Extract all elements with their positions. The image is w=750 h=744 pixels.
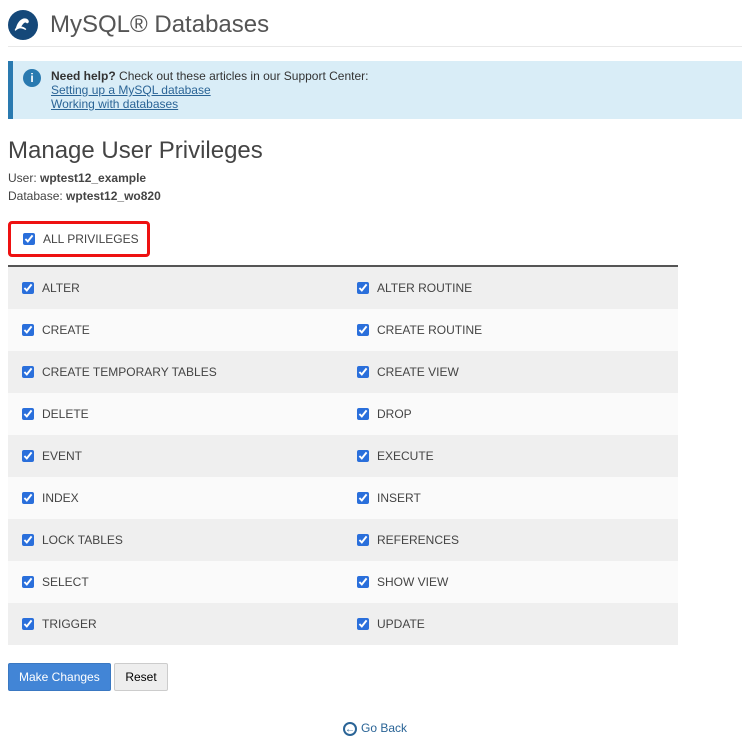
privilege-cell[interactable]: DROP: [343, 393, 678, 435]
info-icon: i: [23, 69, 41, 87]
privilege-label: TRIGGER: [42, 617, 97, 631]
privilege-checkbox[interactable]: [22, 576, 34, 588]
database-value: wptest12_wo820: [66, 189, 161, 203]
privilege-label: DELETE: [42, 407, 89, 421]
privilege-checkbox[interactable]: [357, 324, 369, 336]
privilege-label: ALTER: [42, 281, 80, 295]
privilege-checkbox[interactable]: [22, 450, 34, 462]
mysql-icon: [8, 10, 38, 40]
privilege-cell[interactable]: DELETE: [8, 393, 343, 435]
privilege-row: INDEX INSERT: [8, 477, 678, 519]
all-privileges-highlight: ALL PRIVILEGES: [8, 221, 150, 257]
privilege-cell[interactable]: SHOW VIEW: [343, 561, 678, 603]
privilege-cell[interactable]: TRIGGER: [8, 603, 343, 645]
privileges-table: ALTERALTER ROUTINECREATECREATE ROUTINECR…: [8, 265, 678, 645]
privilege-label: CREATE ROUTINE: [377, 323, 482, 337]
database-label: Database:: [8, 189, 66, 203]
all-privileges-checkbox[interactable]: [23, 233, 35, 245]
privilege-cell[interactable]: EXECUTE: [343, 435, 678, 477]
privilege-row: TRIGGER UPDATE: [8, 603, 678, 645]
help-link-working[interactable]: Working with databases: [51, 97, 178, 111]
privilege-row: EVENT EXECUTE: [8, 435, 678, 477]
privilege-label: EXECUTE: [377, 449, 434, 463]
notice-body: Need help? Check out these articles in o…: [51, 69, 368, 111]
privilege-checkbox[interactable]: [357, 534, 369, 546]
privilege-label: CREATE: [42, 323, 90, 337]
notice-lead: Need help?: [51, 69, 116, 83]
privilege-cell[interactable]: ALTER: [8, 267, 343, 309]
privilege-checkbox[interactable]: [22, 282, 34, 294]
privilege-row: ALTER ALTER ROUTINE: [8, 267, 678, 309]
privilege-cell[interactable]: UPDATE: [343, 603, 678, 645]
privilege-label: CREATE VIEW: [377, 365, 459, 379]
page-header: MySQL® Databases: [8, 8, 742, 47]
privilege-checkbox[interactable]: [22, 324, 34, 336]
privilege-cell[interactable]: CREATE ROUTINE: [343, 309, 678, 351]
page-title: MySQL® Databases: [50, 11, 269, 39]
go-back-label: Go Back: [361, 721, 407, 735]
user-line: User: wptest12_example: [8, 171, 742, 185]
privilege-label: ALTER ROUTINE: [377, 281, 472, 295]
privilege-checkbox[interactable]: [357, 282, 369, 294]
privilege-checkbox[interactable]: [22, 408, 34, 420]
privilege-cell[interactable]: LOCK TABLES: [8, 519, 343, 561]
privilege-checkbox[interactable]: [357, 618, 369, 630]
privilege-label: INSERT: [377, 491, 421, 505]
privilege-cell[interactable]: CREATE: [8, 309, 343, 351]
privilege-row: LOCK TABLES REFERENCES: [8, 519, 678, 561]
form-actions: Make Changes Reset: [8, 663, 742, 691]
reset-button[interactable]: Reset: [114, 663, 167, 691]
database-line: Database: wptest12_wo820: [8, 189, 742, 203]
help-notice: i Need help? Check out these articles in…: [8, 61, 742, 119]
privilege-label: UPDATE: [377, 617, 425, 631]
privilege-row: SELECT SHOW VIEW: [8, 561, 678, 603]
privilege-cell[interactable]: CREATE TEMPORARY TABLES: [8, 351, 343, 393]
user-label: User:: [8, 171, 40, 185]
privilege-row: DELETE DROP: [8, 393, 678, 435]
privilege-row: CREATE CREATE ROUTINE: [8, 309, 678, 351]
go-back-area: ← Go Back: [8, 721, 742, 736]
privilege-label: EVENT: [42, 449, 82, 463]
privilege-cell[interactable]: ALTER ROUTINE: [343, 267, 678, 309]
privilege-checkbox[interactable]: [22, 366, 34, 378]
go-back-link[interactable]: ← Go Back: [343, 721, 407, 735]
privilege-label: INDEX: [42, 491, 79, 505]
privilege-checkbox[interactable]: [357, 408, 369, 420]
privilege-label: SHOW VIEW: [377, 575, 448, 589]
privilege-checkbox[interactable]: [357, 450, 369, 462]
privilege-label: SELECT: [42, 575, 89, 589]
privilege-checkbox[interactable]: [357, 576, 369, 588]
privilege-cell[interactable]: INDEX: [8, 477, 343, 519]
privilege-cell[interactable]: INSERT: [343, 477, 678, 519]
all-privileges-row[interactable]: ALL PRIVILEGES: [19, 230, 139, 248]
privilege-checkbox[interactable]: [357, 366, 369, 378]
privilege-checkbox[interactable]: [22, 534, 34, 546]
privilege-label: CREATE TEMPORARY TABLES: [42, 365, 217, 379]
privilege-row: CREATE TEMPORARY TABLES CREATE VIEW: [8, 351, 678, 393]
privilege-checkbox[interactable]: [357, 492, 369, 504]
privilege-cell[interactable]: CREATE VIEW: [343, 351, 678, 393]
make-changes-button[interactable]: Make Changes: [8, 663, 111, 691]
privilege-label: LOCK TABLES: [42, 533, 123, 547]
user-value: wptest12_example: [40, 171, 146, 185]
privilege-cell[interactable]: EVENT: [8, 435, 343, 477]
section-title: Manage User Privileges: [8, 137, 742, 165]
all-privileges-label: ALL PRIVILEGES: [43, 232, 139, 246]
privilege-checkbox[interactable]: [22, 492, 34, 504]
privilege-label: DROP: [377, 407, 412, 421]
help-link-setup[interactable]: Setting up a MySQL database: [51, 83, 211, 97]
privilege-cell[interactable]: REFERENCES: [343, 519, 678, 561]
privilege-cell[interactable]: SELECT: [8, 561, 343, 603]
notice-text: Check out these articles in our Support …: [116, 69, 369, 83]
privilege-label: REFERENCES: [377, 533, 459, 547]
privilege-checkbox[interactable]: [22, 618, 34, 630]
arrow-left-icon: ←: [343, 722, 357, 736]
